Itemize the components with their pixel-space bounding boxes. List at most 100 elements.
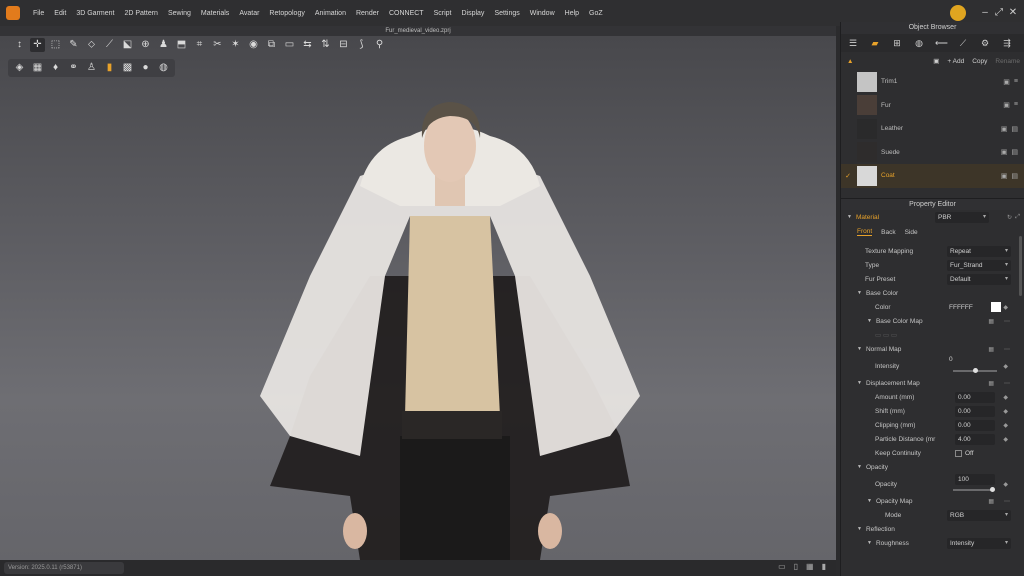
more-icon[interactable]: ⋯ bbox=[1004, 318, 1010, 325]
layers-icon[interactable]: ▤ bbox=[1011, 148, 1018, 156]
more-icon[interactable]: ⋯ bbox=[1004, 498, 1010, 505]
settings-gear-icon[interactable] bbox=[950, 5, 966, 21]
copy-icon[interactable]: ▣ bbox=[1001, 125, 1008, 133]
topstitch-tab-icon[interactable]: ⟵ bbox=[935, 37, 948, 49]
keyframe-icon[interactable]: ◆ bbox=[1003, 304, 1008, 311]
mode-select[interactable]: RGB bbox=[947, 509, 1011, 521]
fabric-icon[interactable]: ▮ bbox=[102, 61, 117, 75]
menu-display[interactable]: Display bbox=[456, 10, 489, 17]
opacity-slider[interactable] bbox=[953, 487, 995, 492]
texture-mapping-select[interactable]: Repeat bbox=[947, 245, 1011, 257]
tab-side[interactable]: Side bbox=[905, 229, 918, 236]
grid-icon[interactable]: ▦ bbox=[988, 318, 994, 325]
base-color-map-row[interactable]: ▼ Base Color Map ▦ ⋯ bbox=[841, 314, 1024, 328]
material-row-suede[interactable]: Suede ▣ ▤ bbox=[841, 141, 1024, 165]
copy-icon[interactable]: ▣ bbox=[1001, 148, 1008, 156]
fur-preset-select[interactable]: Default bbox=[947, 273, 1011, 285]
fabric-tab-icon[interactable]: ▰ bbox=[869, 37, 881, 49]
menu-edit[interactable]: Edit bbox=[49, 10, 71, 17]
opacity-map-header[interactable]: ▼ Opacity Map ▦ ⋯ bbox=[841, 494, 1024, 508]
tack-icon[interactable]: ⊕ bbox=[138, 38, 153, 52]
menu-retopology[interactable]: Retopology bbox=[264, 10, 309, 17]
lasso-icon[interactable]: ⟆ bbox=[354, 38, 369, 52]
menu-render[interactable]: Render bbox=[351, 10, 384, 17]
menu-goz[interactable]: GoZ bbox=[584, 10, 608, 17]
layers-icon[interactable]: ▤ bbox=[1011, 125, 1018, 133]
type-select[interactable]: Fur_Strand bbox=[947, 259, 1011, 271]
button-tab-icon[interactable]: ⊞ bbox=[891, 37, 903, 49]
list-icon[interactable]: ☰ bbox=[847, 37, 859, 49]
minimize-icon[interactable]: – bbox=[978, 6, 992, 20]
view-mode-icon[interactable]: ◈ bbox=[12, 61, 27, 75]
tape-icon[interactable]: ▭ bbox=[282, 38, 297, 52]
add-button[interactable]: + Add bbox=[947, 58, 964, 65]
layout-grid-icon[interactable]: ▦ bbox=[806, 562, 814, 571]
layout-icon[interactable]: ▭ bbox=[778, 562, 786, 571]
avatar-display-icon[interactable]: ♙ bbox=[84, 61, 99, 75]
more-icon[interactable]: ⋯ bbox=[1004, 346, 1010, 353]
align-icon[interactable]: ⇅ bbox=[318, 38, 333, 52]
roughness-select[interactable]: Intensity bbox=[947, 537, 1011, 549]
intensity-slider[interactable] bbox=[953, 368, 997, 373]
intensity-value[interactable]: 0 bbox=[949, 356, 953, 363]
edit-icon[interactable]: ⌗ bbox=[192, 38, 207, 52]
normal-map-header[interactable]: ▼ Normal Map ▦ ⋯ bbox=[841, 342, 1024, 356]
zipper-icon[interactable]: ⧉ bbox=[264, 38, 279, 52]
tape-tab-icon[interactable]: ⇶ bbox=[1001, 37, 1013, 49]
stitch-icon[interactable]: ▩ bbox=[120, 61, 135, 75]
menu-help[interactable]: Help bbox=[560, 10, 584, 17]
slider-knob[interactable] bbox=[973, 368, 978, 373]
menu-2d-pattern[interactable]: 2D Pattern bbox=[119, 10, 162, 17]
avatar-icon[interactable]: ♟ bbox=[156, 38, 171, 52]
scrollbar[interactable] bbox=[1019, 236, 1022, 296]
menu-materials[interactable]: Materials bbox=[196, 10, 234, 17]
arrange-icon[interactable]: ⬒ bbox=[174, 38, 189, 52]
layout-tall-icon[interactable]: ▮ bbox=[822, 562, 826, 571]
avatar-figure[interactable] bbox=[250, 76, 650, 560]
opacity-input[interactable]: 100 bbox=[955, 474, 995, 485]
slider-knob[interactable] bbox=[990, 487, 995, 492]
tab-back[interactable]: Back bbox=[881, 229, 895, 236]
material-row-trim1[interactable]: Trim1 ▣ ≡ bbox=[841, 70, 1024, 94]
menu-window[interactable]: Window bbox=[525, 10, 560, 17]
brush-icon[interactable]: ✎ bbox=[66, 38, 81, 52]
garment-icon[interactable]: ♦ bbox=[48, 61, 63, 75]
layers-icon[interactable]: ≡ bbox=[1014, 101, 1018, 109]
puckering-tab-icon[interactable]: ⚙ bbox=[979, 37, 991, 49]
measure-icon[interactable]: ⟋ bbox=[102, 38, 117, 52]
menu-sewing[interactable]: Sewing bbox=[163, 10, 196, 17]
keyframe-icon[interactable]: ◆ bbox=[1003, 422, 1008, 429]
copy-icon[interactable]: ▣ bbox=[1001, 172, 1008, 180]
menu-settings[interactable]: Settings bbox=[489, 10, 524, 17]
keyframe-icon[interactable]: ◆ bbox=[1003, 436, 1008, 443]
head-icon[interactable]: ● bbox=[138, 61, 153, 75]
menu-script[interactable]: Script bbox=[429, 10, 457, 17]
texture-view-icon[interactable]: ▦ bbox=[30, 61, 45, 75]
button-icon[interactable]: ◉ bbox=[246, 38, 261, 52]
copy-button[interactable]: Copy bbox=[972, 58, 987, 65]
layers-icon[interactable]: ▤ bbox=[1011, 172, 1018, 180]
opacity-header[interactable]: ▼ Opacity bbox=[841, 460, 1024, 474]
3d-viewport[interactable]: Fur_medieval_video.zprj ↕ ✛ ⬚ ✎ ⬦ ⟋ ⬕ ⊕ … bbox=[0, 26, 836, 560]
grid-icon[interactable]: ▦ bbox=[988, 498, 994, 505]
material-type-select[interactable]: PBR bbox=[935, 211, 989, 223]
keyframe-icon[interactable]: ◆ bbox=[1003, 408, 1008, 415]
link-icon[interactable]: ⚭ bbox=[66, 61, 81, 75]
color-value[interactable]: FFFFFF bbox=[949, 304, 973, 311]
pin-icon[interactable]: ⬦ bbox=[84, 38, 99, 52]
copy-icon[interactable]: ▣ bbox=[1003, 78, 1010, 86]
layout-split-icon[interactable]: ▯ bbox=[794, 562, 798, 571]
texture-icon[interactable]: ✶ bbox=[228, 38, 243, 52]
restore-icon[interactable]: ⤢ bbox=[992, 6, 1006, 20]
color-swatch[interactable] bbox=[991, 302, 1001, 312]
keyframe-icon[interactable]: ◆ bbox=[1003, 394, 1008, 401]
keyframe-icon[interactable]: ◆ bbox=[1003, 363, 1008, 370]
tab-front[interactable]: Front bbox=[857, 228, 873, 236]
material-row-leather[interactable]: Leather ▣ ▤ bbox=[841, 117, 1024, 141]
zipper-tab-icon[interactable]: ⟋ bbox=[957, 37, 969, 49]
puckering-icon[interactable]: ⇆ bbox=[300, 38, 315, 52]
globe-tab-icon[interactable]: ◍ bbox=[913, 37, 925, 49]
move-icon[interactable]: ✛ bbox=[30, 38, 45, 52]
material-row-coat[interactable]: ✓ Coat ▣ ▤ bbox=[841, 164, 1024, 188]
pose-icon[interactable]: ⚲ bbox=[372, 38, 387, 52]
